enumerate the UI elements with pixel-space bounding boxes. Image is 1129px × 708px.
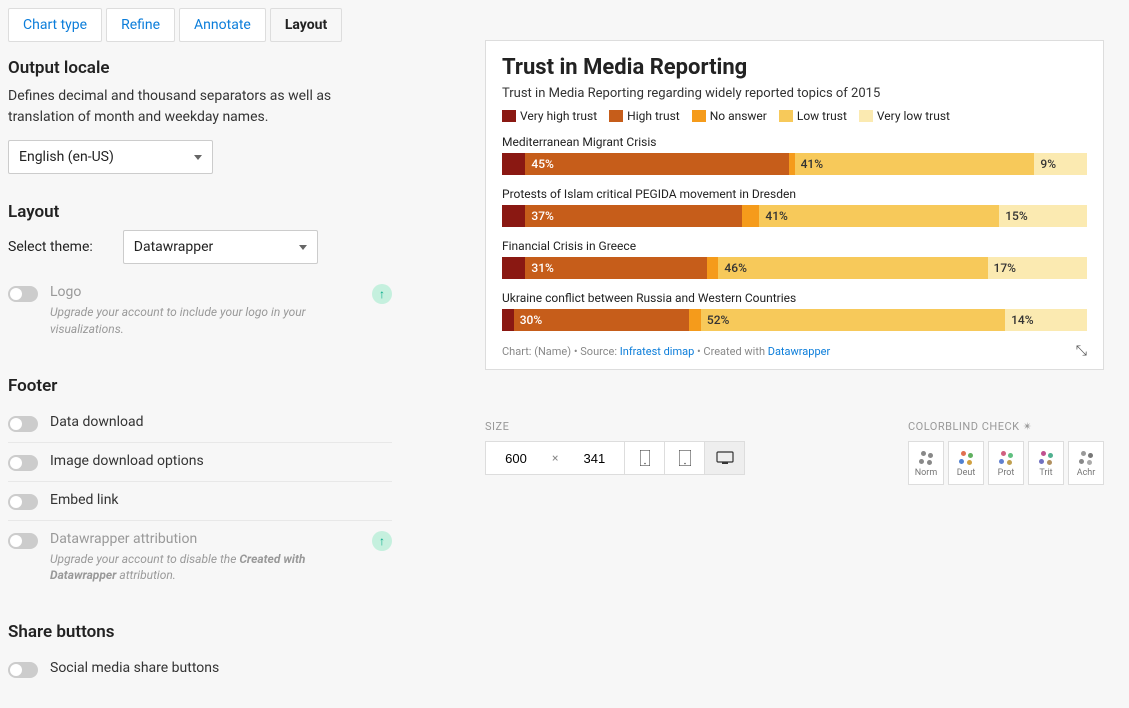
bar-segment <box>502 153 525 175</box>
toggle-social[interactable] <box>8 662 38 678</box>
bar-segment: 41% <box>795 153 1035 175</box>
chart-row: Mediterranean Migrant Crisis 45% 41%9% <box>502 135 1087 175</box>
colorblind-label: COLORBLIND CHECK ✴ <box>908 420 1104 433</box>
bar-segment: 9% <box>1034 153 1087 175</box>
logo-label: Logo <box>50 284 360 300</box>
chart-legend: Very high trust High trust No answer Low tr… <box>502 109 1087 123</box>
toggle-logo[interactable] <box>8 286 38 302</box>
toggle-image-download[interactable] <box>8 455 38 471</box>
legend-item: Low trust <box>779 109 847 123</box>
bar-segment <box>502 257 525 279</box>
locale-select[interactable]: English (en-US) <box>8 140 213 174</box>
bar-segment <box>502 205 525 227</box>
stacked-bar: 31% 46%17% <box>502 257 1087 279</box>
bar-segment <box>689 309 701 331</box>
bar-segment: 17% <box>988 257 1087 279</box>
bar-segment: 14% <box>1005 309 1087 331</box>
bar-segment: 37% <box>525 205 741 227</box>
chart-subtitle: Trust in Media Reporting regarding widel… <box>502 86 1087 101</box>
bar-segment: 46% <box>718 257 987 279</box>
chart-row: Financial Crisis in Greece 31% 46%17% <box>502 239 1087 279</box>
upgrade-icon[interactable]: ↑ <box>372 284 392 304</box>
tool-link[interactable]: Datawrapper <box>768 345 830 358</box>
section-output-locale: Output locale Defines decimal and thousa… <box>8 58 392 174</box>
legend-item: Very low trust <box>859 109 950 123</box>
colorblind-norm-button[interactable]: Norm <box>908 441 944 485</box>
chevron-down-icon <box>194 155 202 160</box>
chart-row-label: Protests of Islam critical PEGIDA moveme… <box>502 187 1087 201</box>
bar-segment <box>742 205 760 227</box>
section-footer: Footer Data download Image download opti… <box>8 376 392 595</box>
chart-footer: Chart: (Name) • Source: Infratest dimap … <box>502 343 1087 359</box>
label-data-download: Data download <box>50 414 392 430</box>
label-embed-link: Embed link <box>50 492 392 508</box>
tab-refine[interactable]: Refine <box>106 8 175 42</box>
heading-output-locale: Output locale <box>8 58 392 78</box>
section-share: Share buttons Social media share buttons <box>8 622 392 688</box>
chevron-down-icon <box>299 245 307 250</box>
bar-segment: 45% <box>525 153 788 175</box>
stacked-bar: 37% 41%15% <box>502 205 1087 227</box>
colorblind-prot-button[interactable]: Prot <box>988 441 1024 485</box>
bar-segment: 52% <box>701 309 1005 331</box>
theme-select[interactable]: Datawrapper <box>123 230 318 264</box>
colorblind-deut-button[interactable]: Deut <box>948 441 984 485</box>
toggle-embed-link[interactable] <box>8 494 38 510</box>
legend-item: Very high trust <box>502 109 597 123</box>
legend-item: No answer <box>692 109 767 123</box>
source-link[interactable]: Infratest dimap <box>620 345 695 358</box>
label-attribution: Datawrapper attribution <box>50 531 360 547</box>
height-input[interactable] <box>564 442 624 474</box>
chart-row-label: Mediterranean Migrant Crisis <box>502 135 1087 149</box>
label-image-download: Image download options <box>50 453 392 469</box>
heading-share: Share buttons <box>8 622 392 642</box>
device-desktop-button[interactable] <box>704 442 744 474</box>
colorblind-control: COLORBLIND CHECK ✴ NormDeutProtTritAchr <box>908 420 1104 485</box>
bar-segment <box>502 309 514 331</box>
chart-row: Ukraine conflict between Russia and West… <box>502 291 1087 331</box>
theme-value: Datawrapper <box>134 239 214 255</box>
bar-segment: 15% <box>999 205 1087 227</box>
desc-output-locale: Defines decimal and thousand separators … <box>8 86 392 128</box>
size-label: SIZE <box>485 420 745 433</box>
size-control: SIZE × <box>485 420 745 485</box>
legend-item: High trust <box>609 109 680 123</box>
toggle-attribution[interactable] <box>8 533 38 549</box>
locale-value: English (en-US) <box>19 149 114 165</box>
device-mobile-button[interactable] <box>624 442 664 474</box>
device-tablet-button[interactable] <box>664 442 704 474</box>
section-layout: Layout Select theme: Datawrapper Logo Up… <box>8 202 392 348</box>
bar-segment: 31% <box>525 257 706 279</box>
stacked-bar: 45% 41%9% <box>502 153 1087 175</box>
accessibility-icon: ✴ <box>1023 420 1033 433</box>
heading-footer: Footer <box>8 376 392 396</box>
stacked-bar: 30% 52%14% <box>502 309 1087 331</box>
times-icon: × <box>546 442 564 474</box>
chart-row-label: Financial Crisis in Greece <box>502 239 1087 253</box>
bar-segment: 41% <box>759 205 999 227</box>
theme-label: Select theme: <box>8 239 93 255</box>
tab-layout[interactable]: Layout <box>270 8 342 42</box>
heading-layout: Layout <box>8 202 392 222</box>
chart-title: Trust in Media Reporting <box>502 55 1087 80</box>
colorblind-achr-button[interactable]: Achr <box>1068 441 1104 485</box>
expand-icon[interactable]: ⤡ <box>1076 343 1087 359</box>
chart-row: Protests of Islam critical PEGIDA moveme… <box>502 187 1087 227</box>
upgrade-icon[interactable]: ↑ <box>372 531 392 551</box>
tab-annotate[interactable]: Annotate <box>179 8 266 42</box>
attribution-help: Upgrade your account to disable the Crea… <box>50 551 360 585</box>
tab-chart-type[interactable]: Chart type <box>8 8 102 42</box>
toggle-data-download[interactable] <box>8 416 38 432</box>
bar-segment <box>707 257 719 279</box>
label-social: Social media share buttons <box>50 660 392 676</box>
chart-row-label: Ukraine conflict between Russia and West… <box>502 291 1087 305</box>
chart-preview: Trust in Media Reporting Trust in Media … <box>485 40 1104 370</box>
width-input[interactable] <box>486 442 546 474</box>
colorblind-trit-button[interactable]: Trit <box>1028 441 1064 485</box>
tabs: Chart type Refine Annotate Layout <box>8 8 392 42</box>
logo-help: Upgrade your account to include your log… <box>50 304 360 338</box>
bar-segment: 30% <box>514 309 690 331</box>
